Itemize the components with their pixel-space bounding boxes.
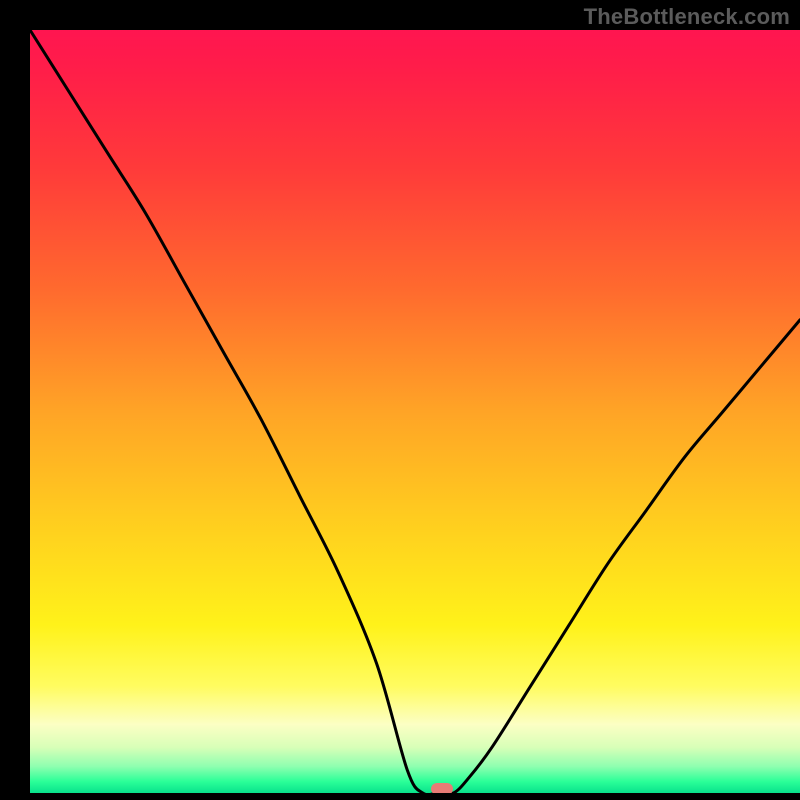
bottleneck-curve [30, 30, 800, 793]
optimal-marker [431, 783, 453, 793]
plot-area [30, 30, 800, 793]
chart-frame: TheBottleneck.com [0, 0, 800, 800]
watermark-text: TheBottleneck.com [584, 4, 790, 30]
